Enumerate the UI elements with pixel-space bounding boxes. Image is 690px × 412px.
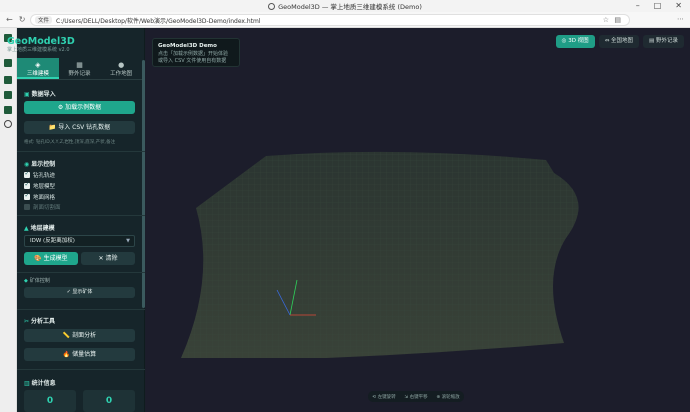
interpolation-method-select[interactable]: IDW (反距离加权) ▼ bbox=[24, 235, 135, 247]
sidebar-tabs: ◈ 三维建模 ▦ 野外记录 ● 工作地图 bbox=[17, 58, 142, 80]
pan-hint: ⇲ 右键平移 bbox=[404, 394, 428, 400]
section-title-stats: ▥ 统计信息 bbox=[24, 380, 56, 387]
app-shortcut-icon[interactable] bbox=[4, 76, 12, 84]
ground-mesh bbox=[181, 151, 579, 358]
divider bbox=[17, 272, 145, 273]
window-controls: – □ ✕ bbox=[636, 1, 682, 10]
view-mode-buttons: ◎ 3D 视图 ⇔ 全国地图 ▤ 野外记录 bbox=[555, 35, 684, 48]
app-shortcut-icon[interactable] bbox=[4, 59, 12, 67]
view-3d-button[interactable]: ◎ 3D 视图 bbox=[555, 35, 595, 48]
checkbox[interactable] bbox=[24, 181, 30, 189]
checkbox-borehole-tracks[interactable]: 钻孔轨迹 bbox=[24, 170, 55, 179]
gem-icon: ◆ bbox=[24, 278, 28, 284]
address-bar: ← ↻ 文件 C:/Users/DELL/Desktop/软件/Web演示/Ge… bbox=[0, 12, 690, 28]
show-ore-button[interactable]: ✓ 显示矿体 bbox=[24, 287, 135, 298]
url-field[interactable]: 文件 C:/Users/DELL/Desktop/软件/Web演示/GeoMod… bbox=[30, 14, 630, 26]
app-subtitle: 掌上地质三维建模系统 v2.0 bbox=[7, 47, 70, 53]
url-text[interactable]: C:/Users/DELL/Desktop/软件/Web演示/GeoModel3… bbox=[56, 16, 261, 25]
stat-card: 0 bbox=[83, 390, 135, 412]
national-map-button[interactable]: ⇔ 全国地图 bbox=[598, 35, 640, 48]
app-shortcut-icon[interactable] bbox=[4, 91, 12, 99]
reserve-estimate-button[interactable]: 🔥 储量估算 bbox=[24, 348, 135, 361]
window-titlebar: GeoModel3D — 掌上地质三维建模系统 (Demo) – □ ✕ bbox=[0, 0, 690, 12]
generate-model-button[interactable]: 🎨 生成模型 bbox=[24, 252, 78, 265]
folder-icon: ▣ bbox=[24, 91, 30, 98]
layers-icon: ◈ bbox=[35, 61, 41, 69]
app-shortcut-icon[interactable] bbox=[4, 106, 12, 114]
zoom-hint: ⊕ 滚轮缩放 bbox=[436, 394, 460, 400]
window-title: GeoModel3D — 掌上地质三维建模系统 (Demo) bbox=[0, 1, 690, 11]
checkbox[interactable] bbox=[24, 204, 30, 210]
terrain-grid[interactable] bbox=[146, 28, 690, 412]
checkbox[interactable] bbox=[24, 170, 30, 178]
divider bbox=[17, 309, 145, 310]
notebook-icon: ▦ bbox=[76, 61, 83, 69]
field-records-button[interactable]: ▤ 野外记录 bbox=[643, 35, 684, 48]
mouse-hints: ⟲ 左键旋转 ⇲ 右键平移 ⊕ 滚轮缩放 bbox=[368, 391, 464, 402]
info-card-body: 点击「加载示例数据」开始体验 或导入 CSV 文件使用自有数据 bbox=[158, 51, 229, 64]
clear-model-button[interactable]: ✕ 清除 bbox=[81, 252, 135, 265]
info-card: GeoModel3D Demo 点击「加载示例数据」开始体验 或导入 CSV 文… bbox=[152, 38, 240, 67]
section-analysis-button[interactable]: 📏 剖面分析 bbox=[24, 329, 135, 342]
tools-icon: ✂ bbox=[24, 318, 30, 325]
reader-icon[interactable]: ▤ bbox=[614, 16, 621, 24]
browser-toolbar-icons: ⋯ bbox=[677, 15, 684, 23]
minimize-icon[interactable]: – bbox=[636, 1, 640, 10]
maximize-icon[interactable]: □ bbox=[654, 1, 662, 10]
globe-icon: ● bbox=[118, 61, 125, 69]
divider bbox=[17, 369, 145, 370]
sidebar-scrollbar[interactable] bbox=[142, 60, 145, 308]
tab-work-map[interactable]: ● 工作地图 bbox=[100, 58, 142, 79]
browser-sidebar bbox=[0, 28, 17, 412]
chart-icon: ▥ bbox=[24, 380, 30, 387]
load-sample-button[interactable]: ⚙ 加载示例数据 bbox=[24, 101, 135, 114]
rotate-hint: ⟲ 左键旋转 bbox=[372, 394, 396, 400]
checkbox-strata-model[interactable]: 地层模型 bbox=[24, 181, 55, 190]
nav-buttons: ← ↻ bbox=[6, 15, 25, 24]
tab-field-records[interactable]: ▦ 野外记录 bbox=[59, 58, 101, 79]
back-icon[interactable]: ← bbox=[6, 15, 13, 24]
section-title-analysis: ✂ 分析工具 bbox=[24, 318, 56, 325]
divider bbox=[17, 151, 145, 152]
refresh-icon[interactable]: ↻ bbox=[19, 15, 26, 24]
tab-3d-modeling[interactable]: ◈ 三维建模 bbox=[17, 58, 59, 79]
checkbox-section-plane[interactable]: 剖面切割面 bbox=[24, 203, 61, 211]
eye-icon: ◉ bbox=[24, 161, 30, 168]
mountain-icon: ▲ bbox=[24, 225, 29, 232]
section-title-data-import: ▣ 数据导入 bbox=[24, 91, 56, 98]
divider bbox=[17, 215, 145, 216]
close-icon[interactable]: ✕ bbox=[675, 1, 682, 10]
import-csv-button[interactable]: 📁 导入 CSV 钻孔数据 bbox=[24, 121, 135, 134]
globe-icon[interactable] bbox=[4, 120, 12, 128]
section-title-modeling: ▲ 地层建模 bbox=[24, 225, 55, 232]
section-title-display: ◉ 显示控制 bbox=[24, 161, 56, 168]
star-icon[interactable]: ☆ bbox=[603, 16, 609, 24]
checkbox[interactable] bbox=[24, 192, 30, 200]
checkbox-ground-grid[interactable]: 地面网格 bbox=[24, 192, 55, 201]
url-scheme-chip[interactable]: 文件 bbox=[35, 16, 53, 24]
csv-format-hint: 格式: 钻孔ID,X,Y,Z,岩性,顶深,底深,产状,备注 bbox=[24, 140, 116, 145]
info-card-title: GeoModel3D Demo bbox=[158, 43, 217, 49]
stat-card: 0 bbox=[24, 390, 76, 412]
menu-icon[interactable]: ⋯ bbox=[677, 15, 684, 23]
globe-icon bbox=[268, 3, 276, 10]
section-title-ore-body: ◆ 矿体控制 bbox=[24, 278, 50, 284]
chevron-down-icon: ▼ bbox=[126, 238, 130, 244]
